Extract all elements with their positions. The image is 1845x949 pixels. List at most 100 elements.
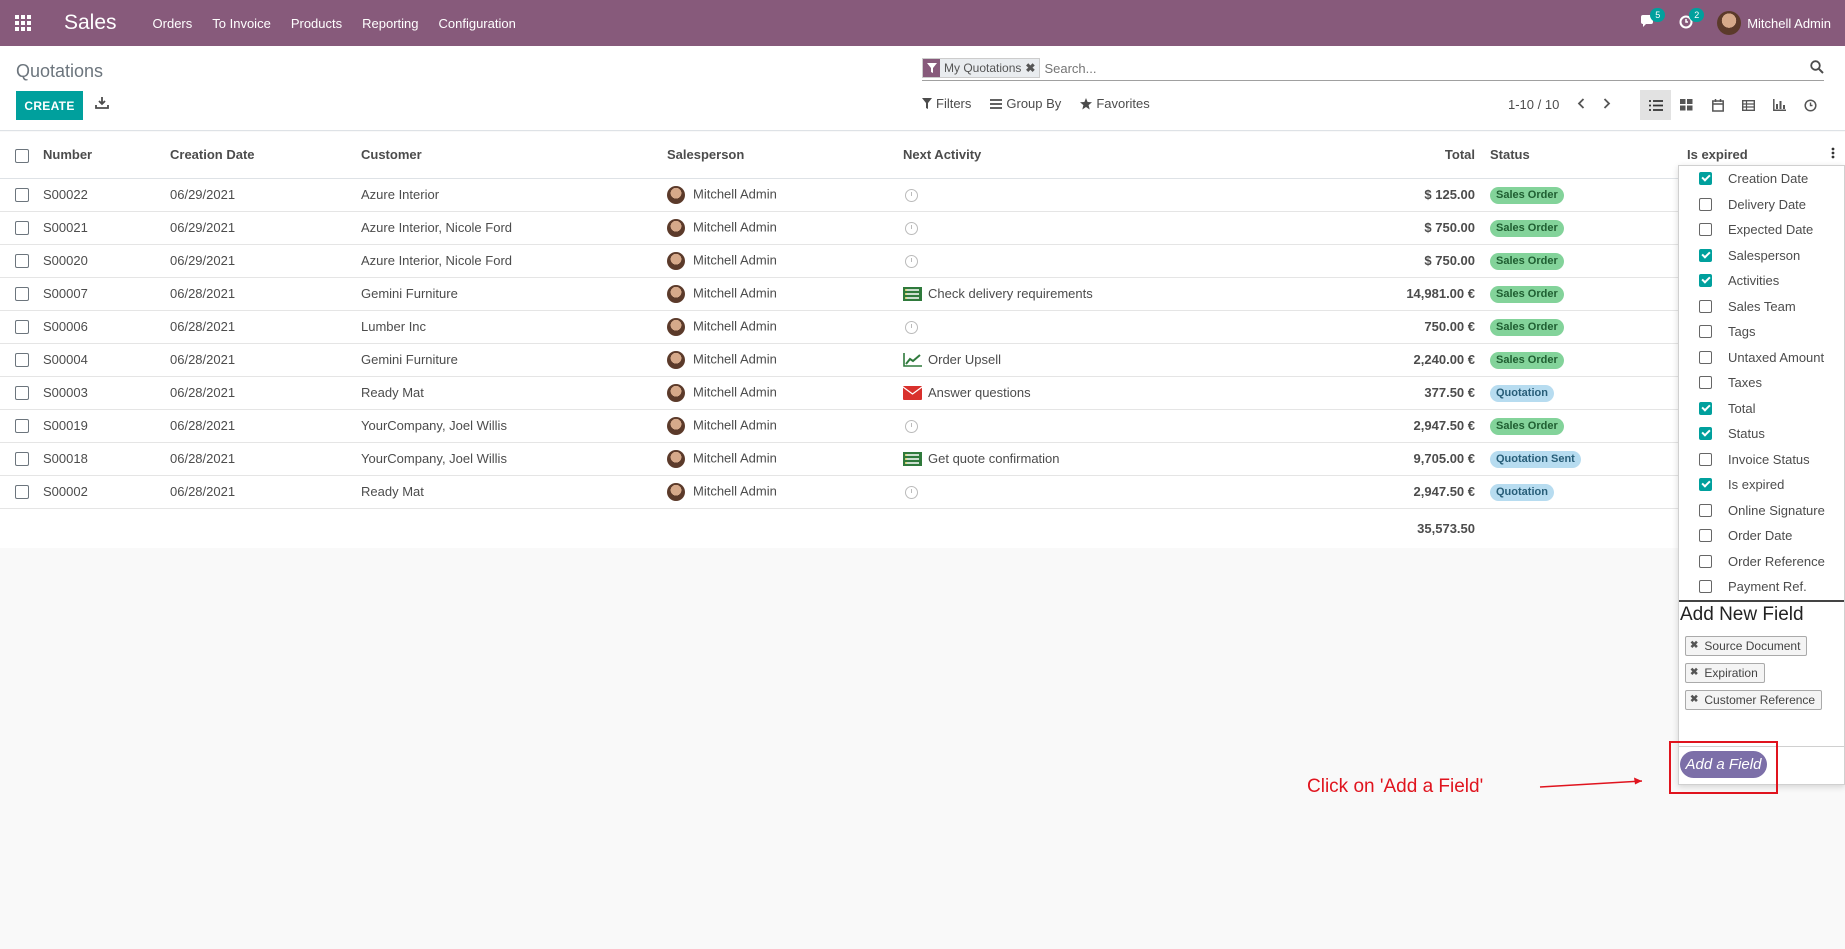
optional-column-item[interactable]: Tags xyxy=(1679,319,1844,345)
cell-next-activity[interactable] xyxy=(903,310,1229,344)
optional-column-checkbox[interactable] xyxy=(1699,350,1712,364)
table-row[interactable]: S00019 06/28/2021 YourCompany, Joel Willis… xyxy=(0,409,1845,443)
optional-column-item[interactable]: Total xyxy=(1679,396,1844,422)
export-button[interactable] xyxy=(95,96,111,112)
menu-orders[interactable]: Orders xyxy=(153,16,193,31)
cell-next-activity[interactable]: Answer questions xyxy=(903,376,1229,410)
table-row[interactable]: S00002 06/28/2021 Ready Mat Mitchell Admin 2… xyxy=(0,475,1845,509)
table-row[interactable]: S00006 06/28/2021 Lumber Inc Mitchell Admin… xyxy=(0,310,1845,344)
optional-column-checkbox[interactable] xyxy=(1699,299,1712,313)
create-button[interactable]: CREATE xyxy=(16,91,83,120)
optional-column-item[interactable]: Status xyxy=(1679,421,1844,447)
row-checkbox[interactable] xyxy=(15,386,29,401)
search-input[interactable] xyxy=(1044,60,1824,76)
facet-remove-icon[interactable]: ✖ xyxy=(1025,59,1040,77)
optional-column-checkbox[interactable] xyxy=(1699,401,1712,415)
activity-view-button[interactable] xyxy=(1795,90,1826,120)
remove-chip-icon[interactable]: ✖ xyxy=(1690,694,1698,705)
optional-column-item[interactable]: Sales Team xyxy=(1679,294,1844,320)
optional-column-checkbox[interactable] xyxy=(1699,529,1712,543)
optional-column-item[interactable]: Untaxed Amount xyxy=(1679,345,1844,371)
filters-dropdown-toggle[interactable]: Filters xyxy=(922,96,971,111)
remove-chip-icon[interactable]: ✖ xyxy=(1690,667,1698,678)
cell-next-activity[interactable] xyxy=(903,211,1229,245)
clock-icon[interactable] xyxy=(905,255,918,269)
group-by-dropdown-toggle[interactable]: Group By xyxy=(990,96,1061,111)
activities-systray[interactable]: 2 xyxy=(1679,7,1705,32)
pager-value[interactable]: 1-10 / 10 xyxy=(1508,97,1559,112)
header-salesperson[interactable]: Salesperson xyxy=(667,132,903,179)
app-brand[interactable]: Sales xyxy=(64,11,117,35)
clock-icon[interactable] xyxy=(905,420,918,434)
cell-next-activity[interactable] xyxy=(903,475,1229,509)
optional-column-checkbox[interactable] xyxy=(1699,197,1712,211)
table-row[interactable]: S00018 06/28/2021 YourCompany, Joel Willis… xyxy=(0,442,1845,476)
pivot-view-button[interactable] xyxy=(1733,90,1764,120)
table-row[interactable]: S00022 06/29/2021 Azure Interior Mitchell A… xyxy=(0,178,1845,212)
optional-column-checkbox[interactable] xyxy=(1699,172,1712,186)
optional-column-item[interactable]: Activities xyxy=(1679,268,1844,294)
select-all-checkbox[interactable] xyxy=(15,148,29,163)
optional-column-checkbox[interactable] xyxy=(1699,248,1712,262)
cell-next-activity[interactable]: Get quote confirmation xyxy=(903,442,1229,476)
apps-menu-icon[interactable] xyxy=(15,14,33,32)
pager-next-icon[interactable] xyxy=(1603,97,1611,112)
optional-column-item[interactable]: Payment Ref. xyxy=(1679,574,1844,600)
table-row[interactable]: S00004 06/28/2021 Gemini Furniture Mitchell… xyxy=(0,343,1845,377)
table-row[interactable]: S00021 06/29/2021 Azure Interior, Nicole F… xyxy=(0,211,1845,245)
menu-reporting[interactable]: Reporting xyxy=(362,16,418,31)
row-checkbox[interactable] xyxy=(15,254,29,269)
user-menu[interactable]: Mitchell Admin xyxy=(1747,16,1831,31)
remove-chip-icon[interactable]: ✖ xyxy=(1690,640,1698,651)
pager-previous-icon[interactable] xyxy=(1577,97,1585,112)
optional-column-checkbox[interactable] xyxy=(1699,427,1712,441)
cell-next-activity[interactable]: Check delivery requirements xyxy=(903,277,1229,311)
optional-column-item[interactable]: Salesperson xyxy=(1679,243,1844,269)
row-checkbox[interactable] xyxy=(15,221,29,236)
optional-column-item[interactable]: Taxes xyxy=(1679,370,1844,396)
optional-column-checkbox[interactable] xyxy=(1699,274,1712,288)
menu-configuration[interactable]: Configuration xyxy=(439,16,516,31)
messages-systray[interactable]: 5 xyxy=(1640,8,1666,31)
header-customer[interactable]: Customer xyxy=(361,132,667,179)
optional-column-checkbox[interactable] xyxy=(1699,503,1712,517)
search-icon[interactable] xyxy=(1810,60,1824,77)
cell-next-activity[interactable] xyxy=(903,409,1229,443)
optional-column-checkbox[interactable] xyxy=(1699,580,1712,594)
optional-column-item[interactable]: Online Signature xyxy=(1679,498,1844,524)
list-view-button[interactable] xyxy=(1640,90,1671,120)
table-row[interactable]: S00003 06/28/2021 Ready Mat Mitchell Admin A… xyxy=(0,376,1845,410)
header-number[interactable]: Number xyxy=(43,132,170,179)
optional-column-checkbox[interactable] xyxy=(1699,452,1712,466)
optional-column-checkbox[interactable] xyxy=(1699,376,1712,390)
table-row[interactable]: S00020 06/29/2021 Azure Interior, Nicole F… xyxy=(0,244,1845,278)
table-row[interactable]: S00007 06/28/2021 Gemini Furniture Mitchell… xyxy=(0,277,1845,311)
row-checkbox[interactable] xyxy=(15,287,29,302)
clock-icon[interactable] xyxy=(905,222,918,236)
optional-column-item[interactable]: Is expired xyxy=(1679,472,1844,498)
header-status[interactable]: Status xyxy=(1483,132,1687,179)
optional-column-checkbox[interactable] xyxy=(1699,223,1712,237)
favorites-dropdown-toggle[interactable]: Favorites xyxy=(1080,96,1150,111)
optional-column-item[interactable]: Order Date xyxy=(1679,523,1844,549)
header-next-activity[interactable]: Next Activity xyxy=(903,132,1229,179)
optional-column-item[interactable]: Order Reference xyxy=(1679,549,1844,575)
row-checkbox[interactable] xyxy=(15,188,29,203)
optional-column-item[interactable]: Creation Date xyxy=(1679,166,1844,192)
header-total[interactable]: Total xyxy=(1229,132,1483,179)
optional-column-checkbox[interactable] xyxy=(1699,325,1712,339)
menu-to-invoice[interactable]: To Invoice xyxy=(212,16,271,31)
optional-column-item[interactable]: Delivery Date xyxy=(1679,192,1844,218)
clock-icon[interactable] xyxy=(905,486,918,500)
graph-view-button[interactable] xyxy=(1764,90,1795,120)
optional-column-checkbox[interactable] xyxy=(1699,478,1712,492)
clock-icon[interactable] xyxy=(905,321,918,335)
cell-next-activity[interactable]: Order Upsell xyxy=(903,343,1229,377)
row-checkbox[interactable] xyxy=(15,452,29,467)
optional-column-checkbox[interactable] xyxy=(1699,554,1712,568)
optional-column-item[interactable]: Expected Date xyxy=(1679,217,1844,243)
calendar-view-button[interactable] xyxy=(1702,90,1733,120)
clock-icon[interactable] xyxy=(905,189,918,203)
header-creation-date[interactable]: Creation Date xyxy=(170,132,361,179)
row-checkbox[interactable] xyxy=(15,353,29,368)
